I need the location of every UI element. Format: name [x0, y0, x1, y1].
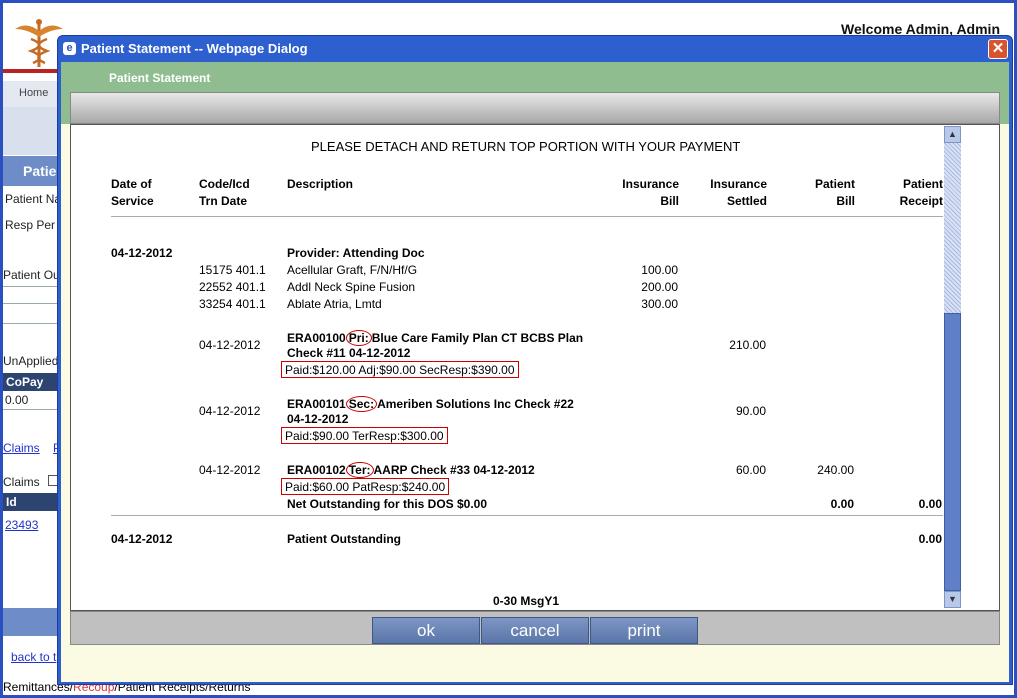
patient-statement-dialog: e Patient Statement -- Webpage Dialog ✕ …: [57, 35, 1013, 685]
nav-band: [3, 107, 61, 155]
dialog-title-bar: e Patient Statement -- Webpage Dialog ✕: [58, 36, 1012, 62]
col-ins-bill-2: Bill: [660, 194, 679, 208]
id-link[interactable]: 23493: [5, 518, 38, 532]
era-tag: Ter:: [345, 462, 374, 478]
era-summary-box: Paid:$60.00 PatResp:$240.00: [281, 478, 450, 495]
detach-notice: PLEASE DETACH AND RETURN TOP PORTION WIT…: [311, 139, 741, 154]
era-tag: Pri:: [345, 330, 372, 346]
tab-home[interactable]: Home: [3, 81, 61, 107]
statement-content: PLEASE DETACH AND RETURN TOP PORTION WIT…: [70, 124, 1000, 611]
era-date: 04-12-2012: [199, 463, 261, 477]
bottom-band: [3, 608, 61, 636]
net-pat-receipt: 0.00: [918, 497, 942, 511]
claims-link[interactable]: Claims: [3, 441, 40, 455]
col-dos-2: Service: [111, 194, 154, 208]
section-title: Patie: [3, 156, 61, 186]
procedure-code: 15175 401.1: [199, 263, 266, 277]
col-pat-receipt-2: Receipt: [899, 194, 943, 208]
ie-logo-icon: e: [63, 42, 76, 55]
era-ins-settled: 90.00: [735, 404, 766, 418]
col-code-1: Code/Icd: [199, 177, 250, 191]
copay-value: 0.00: [5, 393, 29, 407]
print-button[interactable]: print: [590, 617, 698, 644]
cancel-button[interactable]: cancel: [481, 617, 589, 644]
era-summary-box: Paid:$120.00 Adj:$90.00 SecResp:$390.00: [281, 361, 519, 378]
vertical-scrollbar[interactable]: ▲ ▼: [944, 126, 961, 608]
col-description: Description: [287, 177, 354, 191]
col-ins-bill-1: Insurance: [622, 177, 679, 191]
col-dos-1: Date of: [111, 177, 152, 191]
era-line-2: Check #11 04-12-2012: [287, 346, 411, 360]
header-divider: [3, 69, 63, 73]
col-ins-settled-2: Settled: [726, 194, 767, 208]
procedure-ins-bill: 100.00: [641, 263, 678, 277]
id-header: Id: [3, 493, 61, 511]
era-line: ERA00101 Sec: Ameriben Solutions Inc Check…: [287, 396, 574, 412]
patient-outstanding-label: Patient Ou: [3, 268, 60, 282]
copay-header: CoPay: [3, 373, 61, 391]
claims-label: Claims: [3, 475, 40, 489]
ok-button[interactable]: ok: [372, 617, 480, 644]
provider-line: Provider: Attending Doc: [287, 246, 425, 260]
button-bar: ok cancel print: [70, 611, 1000, 645]
col-pat-bill-2: Bill: [836, 194, 855, 208]
msg-code: 0-30 MsgY1: [493, 594, 560, 608]
col-code-2: Trn Date: [199, 194, 248, 208]
dialog-body: Patient Statement PLEASE DETACH AND RETU…: [61, 62, 1009, 682]
resp-person-label: Resp Per: [5, 218, 56, 232]
scroll-up-icon[interactable]: ▲: [944, 126, 961, 143]
back-link[interactable]: back to t: [11, 650, 56, 664]
col-ins-settled-1: Insurance: [710, 177, 767, 191]
close-button[interactable]: ✕: [988, 39, 1008, 59]
po-date: 04-12-2012: [111, 532, 173, 546]
era-ins-settled: 60.00: [735, 463, 766, 477]
col-pat-bill-1: Patient: [814, 177, 855, 191]
dos-date: 04-12-2012: [111, 246, 173, 260]
procedure-desc: Acellular Graft, F/N/Hf/G: [287, 263, 418, 277]
toolbar-strip: [70, 92, 1000, 124]
procedure-code: 22552 401.1: [199, 280, 266, 294]
era-pat-bill: 240.00: [817, 463, 854, 477]
patient-outstanding-label: Patient Outstanding: [287, 532, 401, 546]
scroll-down-icon[interactable]: ▼: [944, 591, 961, 608]
procedure-desc: Addl Neck Spine Fusion: [287, 280, 416, 294]
divider: [3, 303, 61, 304]
era-date: 04-12-2012: [199, 404, 261, 418]
procedure-ins-bill: 300.00: [641, 297, 678, 311]
dialog-title: Patient Statement -- Webpage Dialog: [81, 41, 308, 56]
procedure-desc: Ablate Atria, Lmtd: [287, 297, 382, 311]
patient-outstanding-value: 0.00: [918, 532, 942, 546]
era-line-2: 04-12-2012: [287, 412, 349, 426]
net-outstanding: Net Outstanding for this DOS $0.00: [287, 497, 488, 511]
era-summary-box: Paid:$90.00 TerResp:$300.00: [281, 427, 448, 444]
era-tag: Sec:: [345, 396, 378, 412]
col-pat-receipt-1: Patient: [902, 177, 943, 191]
dialog-header-title: Patient Statement: [109, 71, 211, 85]
era-line: ERA00100 Pri: Blue Care Family Plan CT BCB…: [287, 330, 584, 346]
divider: [3, 323, 61, 324]
scroll-track[interactable]: [944, 143, 961, 313]
header-divider: [111, 216, 943, 217]
divider: [3, 409, 61, 410]
divider: [3, 286, 61, 287]
era-date: 04-12-2012: [199, 338, 261, 352]
unapplied-label: UnApplied: [3, 354, 59, 368]
total-divider: [111, 515, 943, 516]
era-line: ERA00102 Ter: AARP Check #33 04-12-2012: [287, 462, 535, 478]
procedure-ins-bill: 200.00: [641, 280, 678, 294]
era-ins-settled: 210.00: [729, 338, 766, 352]
scroll-thumb[interactable]: [944, 313, 961, 591]
procedure-code: 33254 401.1: [199, 297, 266, 311]
net-pat-bill: 0.00: [830, 497, 854, 511]
patient-name-label: Patient Na: [5, 192, 62, 206]
